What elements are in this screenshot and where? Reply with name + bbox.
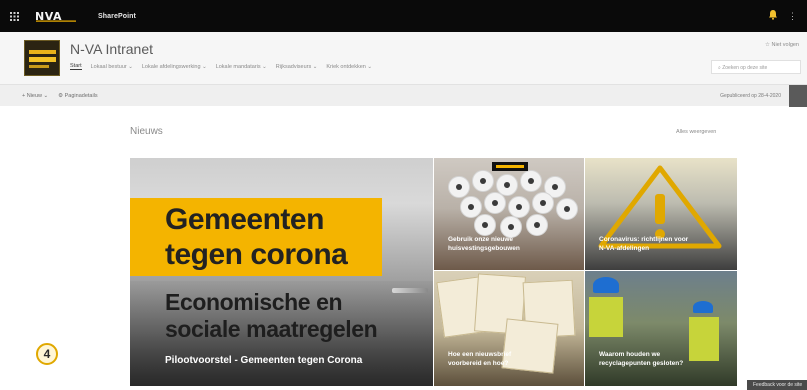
edit-button[interactable]: [789, 85, 807, 107]
site-logo[interactable]: [24, 40, 60, 76]
tile-image-detail: [448, 176, 470, 198]
publish-status: Gepubliceerd op 28-4-2020: [720, 93, 781, 99]
tile-image-detail: [500, 216, 522, 238]
hero-subheadline-line: Economische en: [165, 289, 343, 315]
news-tile[interactable]: Gebruik onze nieuwe huisvestingsgebouwen: [434, 158, 584, 270]
tile-image-detail: [508, 196, 530, 218]
site-logo-stripe: [29, 50, 56, 54]
tile-image-detail: [532, 192, 554, 214]
site-title[interactable]: N-VA Intranet: [70, 41, 153, 57]
tile-title-line: N-VA-afdelingen: [599, 245, 650, 252]
site-logo-stripe: [29, 57, 56, 62]
news-tile[interactable]: Hoe een nieuwsbrief voorbereid en hoe?: [434, 271, 584, 386]
news-section-title: Nieuws: [130, 126, 163, 137]
nav-item-start[interactable]: Start: [70, 63, 82, 70]
tile-image-detail: [556, 198, 578, 220]
nav-item-ontdekken[interactable]: Kriek ontdekken ⌄: [326, 64, 372, 70]
nva-logo-graphic: NVA: [34, 10, 80, 22]
search-input[interactable]: ⌕ Zoeken op deze site: [711, 60, 801, 74]
brand-logo[interactable]: NVA: [34, 9, 80, 23]
follow-button[interactable]: ☆ Niet volgen: [765, 42, 799, 48]
search-placeholder: Zoeken op deze site: [722, 65, 768, 71]
waffle-icon-graphic: [9, 11, 19, 21]
tile-image-detail: [474, 214, 496, 236]
tile-image-detail: [526, 214, 548, 236]
app-name[interactable]: SharePoint: [98, 13, 136, 20]
news-hero-article[interactable]: Gemeenten tegen corona Economische en so…: [130, 158, 433, 386]
pen-image: [392, 288, 428, 293]
news-tile[interactable]: Coronavirus: richtlijnen voor N-VA-afdel…: [585, 158, 737, 270]
nav-item-mandataris[interactable]: Lokale mandataris ⌄: [216, 64, 267, 70]
tile-image-detail: [501, 318, 559, 374]
news-tile[interactable]: Waarom houden we recyclagepunten geslote…: [585, 271, 737, 386]
waffle-icon[interactable]: [0, 0, 28, 32]
hero-headline-line: tegen corona: [165, 238, 348, 271]
hero-subheadline-line: sociale maatregelen: [165, 316, 378, 342]
tile-title-line: voorbereid en hoe?: [448, 360, 509, 367]
tile-title-line: huisvestingsgebouwen: [448, 245, 520, 252]
nav-item-rijksadviseurs[interactable]: Rijksadviseurs ⌄: [276, 64, 318, 70]
tile-image-detail: [589, 297, 623, 337]
tile-image-detail: [520, 170, 542, 192]
tile-image-detail: [689, 317, 719, 361]
command-bar: + Nieuw ⌄ ⚙ Paginadetails Gepubliceerd o…: [0, 84, 807, 107]
hero-caption[interactable]: Pilootvoorstel - Gemeenten tegen Corona: [165, 355, 362, 366]
see-all-link[interactable]: Alles weergeven: [676, 129, 716, 135]
tile-title-line: Gebruik onze nieuwe: [448, 236, 514, 243]
tile-image-detail: [484, 192, 506, 214]
tile-title-line: Waarom houden we: [599, 351, 661, 358]
tile-image-detail: [593, 277, 619, 293]
feedback-button[interactable]: Feedback voor de site: [747, 380, 807, 390]
bell-icon-graphic: [769, 10, 777, 20]
site-navigation: Start Lokaal bestuur ⌄ Lokale afdelingsw…: [70, 63, 372, 70]
tile-logo-badge: [492, 162, 528, 171]
step-number-badge: 4: [36, 343, 58, 365]
svg-text:NVA: NVA: [35, 10, 62, 22]
bell-icon[interactable]: [768, 9, 778, 23]
more-icon[interactable]: ⋮: [788, 11, 797, 22]
tile-image-detail: [472, 170, 494, 192]
tile-title-line: Hoe een nieuwsbrief: [448, 351, 512, 358]
nav-item-lokaal-bestuur[interactable]: Lokaal bestuur ⌄: [91, 64, 133, 70]
suite-bar: NVA SharePoint ⋮: [0, 0, 807, 32]
new-button[interactable]: + Nieuw ⌄: [22, 93, 48, 99]
hero-headline-line: Gemeenten: [165, 203, 324, 236]
nav-item-afdelingswerking[interactable]: Lokale afdelingswerking ⌄: [142, 64, 207, 70]
page-details-button[interactable]: ⚙ Paginadetails: [58, 93, 97, 99]
tile-title-line: Coronavirus: richtlijnen voor: [599, 236, 689, 243]
tile-image-detail: [693, 301, 713, 313]
site-logo-stripe: [29, 65, 49, 68]
site-header: N-VA Intranet Start Lokaal bestuur ⌄ Lok…: [0, 32, 807, 84]
suite-right-area: ⋮: [768, 0, 797, 32]
tile-title-line: recyclagepunten gesloten?: [599, 360, 684, 367]
